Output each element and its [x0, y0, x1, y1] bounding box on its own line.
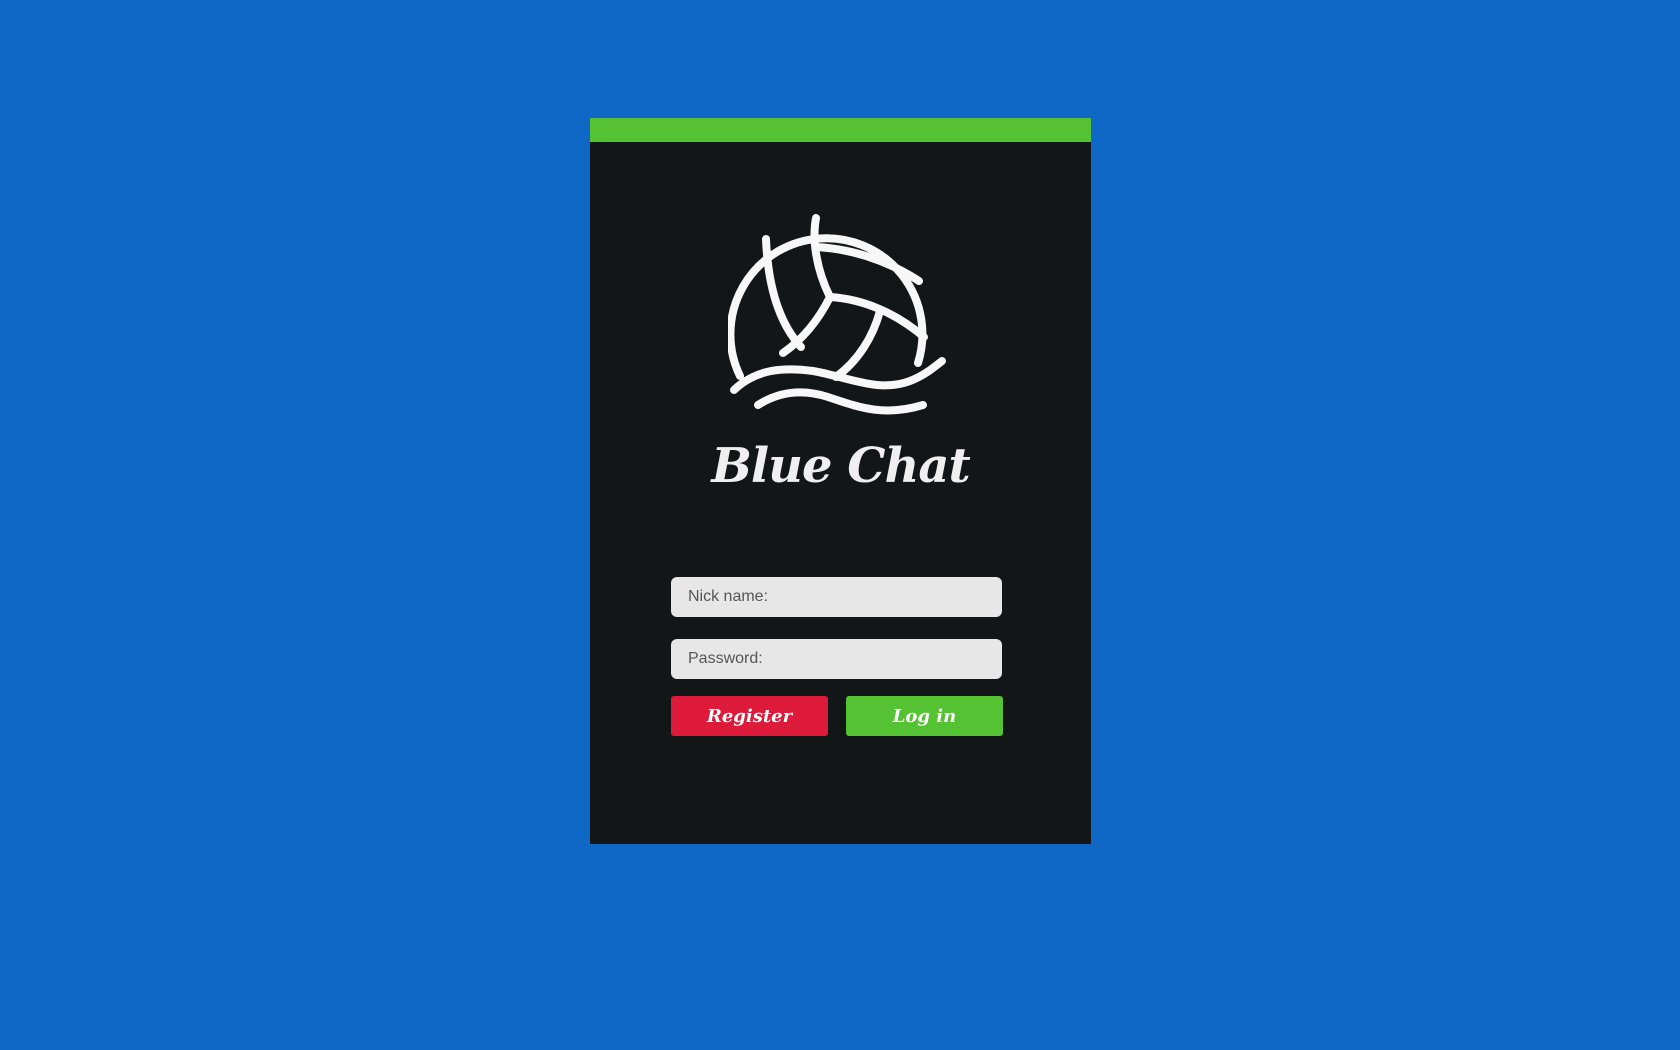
page-background: Blue Chat Register Log in — [0, 0, 1680, 1050]
login-card: Blue Chat Register Log in — [590, 118, 1091, 844]
volleyball-wave-icon — [728, 209, 949, 421]
register-button[interactable]: Register — [671, 696, 828, 736]
login-button[interactable]: Log in — [846, 696, 1003, 736]
password-input[interactable] — [671, 639, 1002, 679]
nickname-input[interactable] — [671, 577, 1002, 617]
card-top-bar — [590, 118, 1091, 142]
app-title: Blue Chat — [711, 438, 970, 494]
